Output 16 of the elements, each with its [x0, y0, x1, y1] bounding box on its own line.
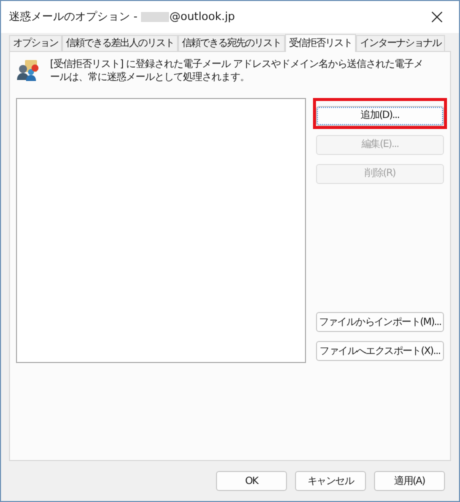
action-button[interactable]: キャンセル: [295, 471, 366, 491]
description-text: [受信拒否リスト] に登録された電子メール アドレスやドメイン名から送信された電子メールは、常に迷惑メールとして処理されます。: [50, 58, 424, 84]
action-button[interactable]: ファイルからインポート(M)...: [316, 312, 444, 332]
tab[interactable]: インターナショナル: [356, 35, 445, 51]
action-button[interactable]: ファイルへエクスポート(X)...: [316, 341, 444, 361]
tab[interactable]: 信頼できる差出人のリスト: [62, 35, 178, 51]
window-title-email: @outlook.jp: [169, 8, 235, 25]
tab[interactable]: オプション: [9, 35, 62, 51]
people-blocked-icon: [16, 58, 40, 82]
action-button[interactable]: 追加(D)...: [316, 106, 444, 126]
close-icon[interactable]: [431, 11, 443, 23]
tab[interactable]: 信頼できる宛先のリスト: [178, 35, 285, 51]
action-button[interactable]: OK: [216, 471, 287, 491]
action-button[interactable]: 適用(A): [374, 471, 445, 491]
tab[interactable]: 受信拒否リスト: [285, 34, 356, 52]
window-title: 迷惑メールのオプション -: [9, 8, 138, 25]
